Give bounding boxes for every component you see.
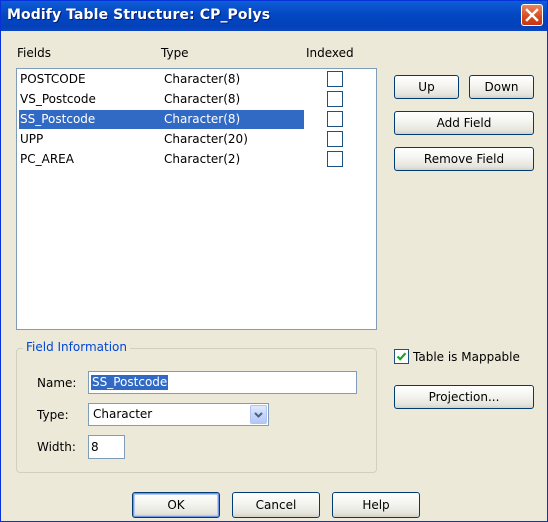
width-label: Width:: [37, 440, 76, 454]
type-dropdown[interactable]: Character: [88, 403, 269, 426]
indexed-checkbox[interactable]: [327, 71, 343, 87]
up-button[interactable]: Up: [394, 75, 459, 99]
fields-column-header: Fields: [17, 46, 51, 60]
ok-button[interactable]: OK: [132, 492, 220, 518]
indexed-checkbox[interactable]: [327, 151, 343, 167]
table-row[interactable]: POSTCODE Character(8): [18, 70, 375, 89]
field-information-legend: Field Information: [23, 340, 130, 354]
field-type: Character(20): [164, 132, 248, 146]
field-name: POSTCODE: [20, 72, 86, 86]
table-row[interactable]: PC_AREA Character(2): [18, 150, 375, 169]
dialog-window: Modify Table Structure: CP_Polys Fields …: [0, 0, 548, 522]
field-type: Character(8): [164, 72, 241, 86]
type-column-header: Type: [161, 46, 189, 60]
width-field-value: 8: [91, 440, 99, 454]
field-type: Character(8): [164, 112, 241, 126]
field-name: VS_Postcode: [20, 92, 96, 106]
indexed-column-header: Indexed: [306, 46, 354, 60]
name-label: Name:: [37, 376, 77, 390]
projection-button[interactable]: Projection...: [394, 385, 534, 409]
name-field-value: SS_Postcode: [91, 375, 169, 390]
fields-list[interactable]: POSTCODE Character(8) VS_Postcode Charac…: [16, 68, 377, 330]
window-title: Modify Table Structure: CP_Polys: [7, 7, 271, 23]
table-mappable-label[interactable]: Table is Mappable: [413, 350, 520, 364]
field-type: Character(8): [164, 92, 241, 106]
table-mappable-checkbox[interactable]: [394, 349, 409, 364]
indexed-checkbox[interactable]: [327, 91, 343, 107]
field-name: UPP: [20, 132, 44, 146]
table-row[interactable]: VS_Postcode Character(8): [18, 90, 375, 109]
field-name: PC_AREA: [20, 152, 74, 166]
help-button[interactable]: Help: [332, 492, 420, 518]
down-button[interactable]: Down: [469, 75, 534, 99]
add-field-button[interactable]: Add Field: [394, 111, 534, 135]
type-dropdown-value: Character: [93, 407, 153, 421]
name-field[interactable]: SS_Postcode: [88, 371, 357, 394]
indexed-checkbox[interactable]: [327, 111, 343, 127]
close-icon: [525, 8, 539, 22]
chevron-down-icon: [254, 412, 263, 418]
type-label: Type:: [37, 408, 69, 422]
indexed-checkbox[interactable]: [327, 131, 343, 147]
field-name: SS_Postcode: [20, 112, 96, 126]
table-row-selected[interactable]: SS_Postcode Character(8): [18, 110, 375, 129]
width-field[interactable]: 8: [88, 435, 125, 459]
dropdown-arrow-button[interactable]: [250, 405, 267, 424]
table-row[interactable]: UPP Character(20): [18, 130, 375, 149]
field-type: Character(2): [164, 152, 241, 166]
checkmark-icon: [396, 352, 407, 361]
remove-field-button[interactable]: Remove Field: [394, 147, 534, 171]
close-button[interactable]: [521, 4, 543, 26]
cancel-button[interactable]: Cancel: [232, 492, 320, 518]
title-bar[interactable]: Modify Table Structure: CP_Polys: [1, 1, 547, 31]
